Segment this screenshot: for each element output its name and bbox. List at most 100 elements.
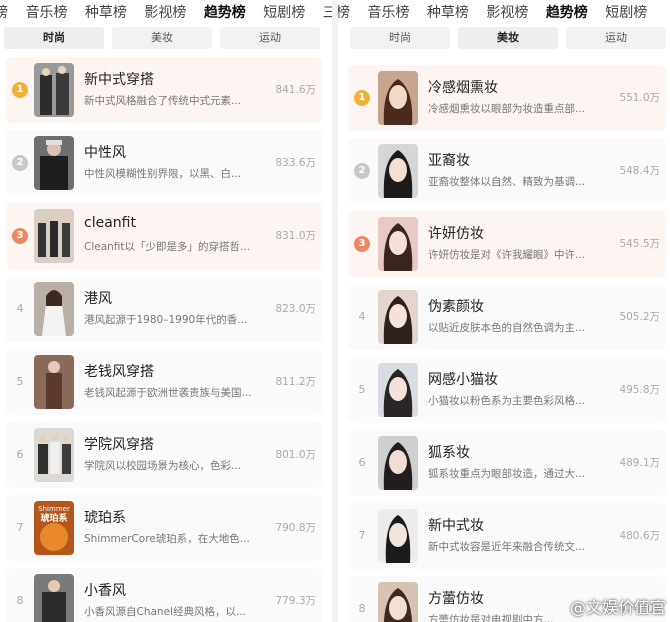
- rank-number: 4: [358, 310, 366, 323]
- item-description: 中性风模糊性别界限，以黑、白...: [84, 168, 242, 180]
- rank-number: 7: [16, 521, 24, 534]
- item-title: 许妍仿妆: [428, 226, 484, 242]
- tab-recommend[interactable]: 种草榜: [427, 0, 469, 24]
- subtab-fashion[interactable]: 时尚: [350, 27, 450, 49]
- item-heat: 823.0万: [275, 303, 316, 315]
- rank-number: 4: [16, 302, 24, 315]
- subtab-makeup[interactable]: 美妆: [112, 27, 212, 49]
- list-item[interactable]: 5 网感小猫妆 小猫妆以粉色系为主要色彩风格... 495.8万: [348, 357, 666, 423]
- item-heat: 495.8万: [619, 384, 660, 396]
- rank-badge: 2: [12, 155, 28, 171]
- rank-number: 5: [358, 383, 366, 396]
- tab-partial[interactable]: 榜: [0, 0, 8, 24]
- item-description: 新中式风格融合了传统中式元素...: [84, 95, 242, 107]
- item-heat: 831.0万: [275, 230, 316, 242]
- item-thumbnail: Shimmer 琥珀系: [34, 501, 74, 555]
- tab-film[interactable]: 影视榜: [144, 0, 186, 24]
- rank-number: 6: [16, 448, 24, 461]
- rank-badge: 1: [12, 82, 28, 98]
- item-thumbnail: [378, 582, 418, 622]
- item-heat: 790.8万: [275, 522, 316, 534]
- rank-number: 6: [358, 456, 366, 469]
- rank-badge: 2: [354, 163, 370, 179]
- item-thumbnail: [34, 136, 74, 190]
- item-thumbnail: [34, 574, 74, 622]
- item-title: 网感小猫妆: [428, 372, 498, 388]
- list-item[interactable]: 6 狐系妆 狐系妆重点为眼部妆造，通过大... 489.1万: [348, 430, 666, 496]
- rank-number: 5: [16, 375, 24, 388]
- item-heat: 505.2万: [619, 311, 660, 323]
- item-heat: 551.0万: [619, 92, 660, 104]
- subtab-makeup[interactable]: 美妆: [458, 27, 558, 49]
- item-thumbnail: [34, 63, 74, 117]
- item-title: 亚裔妆: [428, 153, 470, 169]
- item-thumbnail: [378, 290, 418, 344]
- rank-badge: 3: [12, 228, 28, 244]
- item-description: 老钱风起源于欧洲世袭贵族与美国...: [84, 387, 252, 399]
- list-item[interactable]: 2 亚裔妆 亚裔妆整体以自然、精致为基调... 548.4万: [348, 138, 666, 204]
- item-description: 港风起源于1980–1990年代的香...: [84, 314, 248, 326]
- tab-music[interactable]: 音乐榜: [25, 0, 67, 24]
- right-screenshot-panel: 榜 音乐榜 种草榜 影视榜 趋势榜 短剧榜 时尚 美妆 运动 1 冷感烟熏妆 冷…: [338, 0, 670, 622]
- item-thumbnail: [34, 282, 74, 336]
- rank-number: 8: [16, 594, 24, 607]
- item-heat: 480.6万: [619, 530, 660, 542]
- list-item[interactable]: 3 cleanfit Cleanfit以「少即是多」的穿搭哲... 831.0万: [6, 203, 322, 269]
- item-thumbnail: [378, 71, 418, 125]
- tab-trend[interactable]: 趋势榜: [546, 0, 588, 24]
- list-item[interactable]: 1 冷感烟熏妆 冷感烟熏妆以眼部为妆造重点部... 551.0万: [348, 65, 666, 131]
- item-description: 小香风源自Chanel经典风格，以...: [84, 606, 246, 618]
- tab-recommend[interactable]: 种草榜: [85, 0, 127, 24]
- list-item[interactable]: 1 新中式穿搭 新中式风格融合了传统中式元素... 841.6万: [6, 57, 322, 123]
- list-item[interactable]: 5 老钱风穿搭 老钱风起源于欧洲世袭贵族与美国... 811.2万: [6, 349, 322, 415]
- tab-film[interactable]: 影视榜: [486, 0, 528, 24]
- item-heat: 833.6万: [275, 157, 316, 169]
- thumbnail-caption-main: 琥珀系: [40, 514, 68, 524]
- item-title: 狐系妆: [428, 445, 470, 461]
- subtab-fashion[interactable]: 时尚: [4, 27, 104, 49]
- list-item[interactable]: 4 港风 港风起源于1980–1990年代的香... 823.0万: [6, 276, 322, 342]
- tab-more-icon[interactable]: 三: [323, 0, 332, 24]
- item-thumbnail: [378, 144, 418, 198]
- item-heat: 801.0万: [275, 449, 316, 461]
- item-description: 新中式妆容是近年来融合传统文...: [428, 541, 586, 553]
- subtab-sports[interactable]: 运动: [566, 27, 666, 49]
- list-item[interactable]: 3 许妍仿妆 许妍仿妆是对《许我耀眼》中许... 545.5万: [348, 211, 666, 277]
- list-item[interactable]: 7 新中式妆 新中式妆容是近年来融合传统文... 480.6万: [348, 503, 666, 569]
- item-description: 以贴近皮肤本色的自然色调为主...: [428, 322, 586, 334]
- list-item[interactable]: 4 伪素颜妆 以贴近皮肤本色的自然色调为主... 505.2万: [348, 284, 666, 350]
- item-heat: 545.5万: [619, 238, 660, 250]
- rank-number: 7: [358, 529, 366, 542]
- item-title: 中性风: [84, 145, 126, 161]
- rank-badge: 3: [354, 236, 370, 252]
- list-item[interactable]: 8 小香风 小香风源自Chanel经典风格，以... 779.3万: [6, 568, 322, 622]
- tab-music[interactable]: 音乐榜: [367, 0, 409, 24]
- item-description: ShimmerCore琥珀系，在大地色...: [84, 533, 250, 545]
- tab-trend[interactable]: 趋势榜: [204, 0, 246, 24]
- tab-short-drama[interactable]: 短剧榜: [605, 0, 647, 24]
- item-title: 方蕾仿妆: [428, 591, 484, 607]
- item-thumbnail: [378, 436, 418, 490]
- item-heat: 811.2万: [275, 376, 316, 388]
- item-thumbnail: [378, 217, 418, 271]
- subtab-sports[interactable]: 运动: [220, 27, 320, 49]
- rank-badge: 1: [354, 90, 370, 106]
- item-heat: 489.1万: [619, 457, 660, 469]
- item-thumbnail: [34, 355, 74, 409]
- item-description: 小猫妆以粉色系为主要色彩风格...: [428, 395, 586, 407]
- rank-number: 8: [358, 602, 366, 615]
- item-description: 许妍仿妆是对《许我耀眼》中许...: [428, 249, 586, 261]
- left-screenshot-panel: 榜 音乐榜 种草榜 影视榜 趋势榜 短剧榜 三 时尚 美妆 运动 1 新中式穿搭…: [0, 0, 332, 622]
- item-title: cleanfit: [84, 215, 136, 231]
- tab-partial[interactable]: 榜: [338, 0, 350, 24]
- item-description: 方蕾仿妆是对电视剧中方...: [428, 614, 554, 622]
- item-description: 狐系妆重点为眼部妆造，通过大...: [428, 468, 586, 480]
- item-heat: 841.6万: [275, 84, 316, 96]
- tab-short-drama[interactable]: 短剧榜: [263, 0, 305, 24]
- item-thumbnail: [378, 363, 418, 417]
- item-description: Cleanfit以「少即是多」的穿搭哲...: [84, 241, 251, 253]
- watermark: @文娱价值官: [569, 598, 666, 617]
- list-item[interactable]: 2 中性风 中性风模糊性别界限，以黑、白... 833.6万: [6, 130, 322, 196]
- list-item[interactable]: 6 学院风穿搭 学院风以校园场景为核心，色彩... 801.0万: [6, 422, 322, 488]
- list-item[interactable]: 7 Shimmer 琥珀系 琥珀系 ShimmerCore琥珀系，在大地色...…: [6, 495, 322, 561]
